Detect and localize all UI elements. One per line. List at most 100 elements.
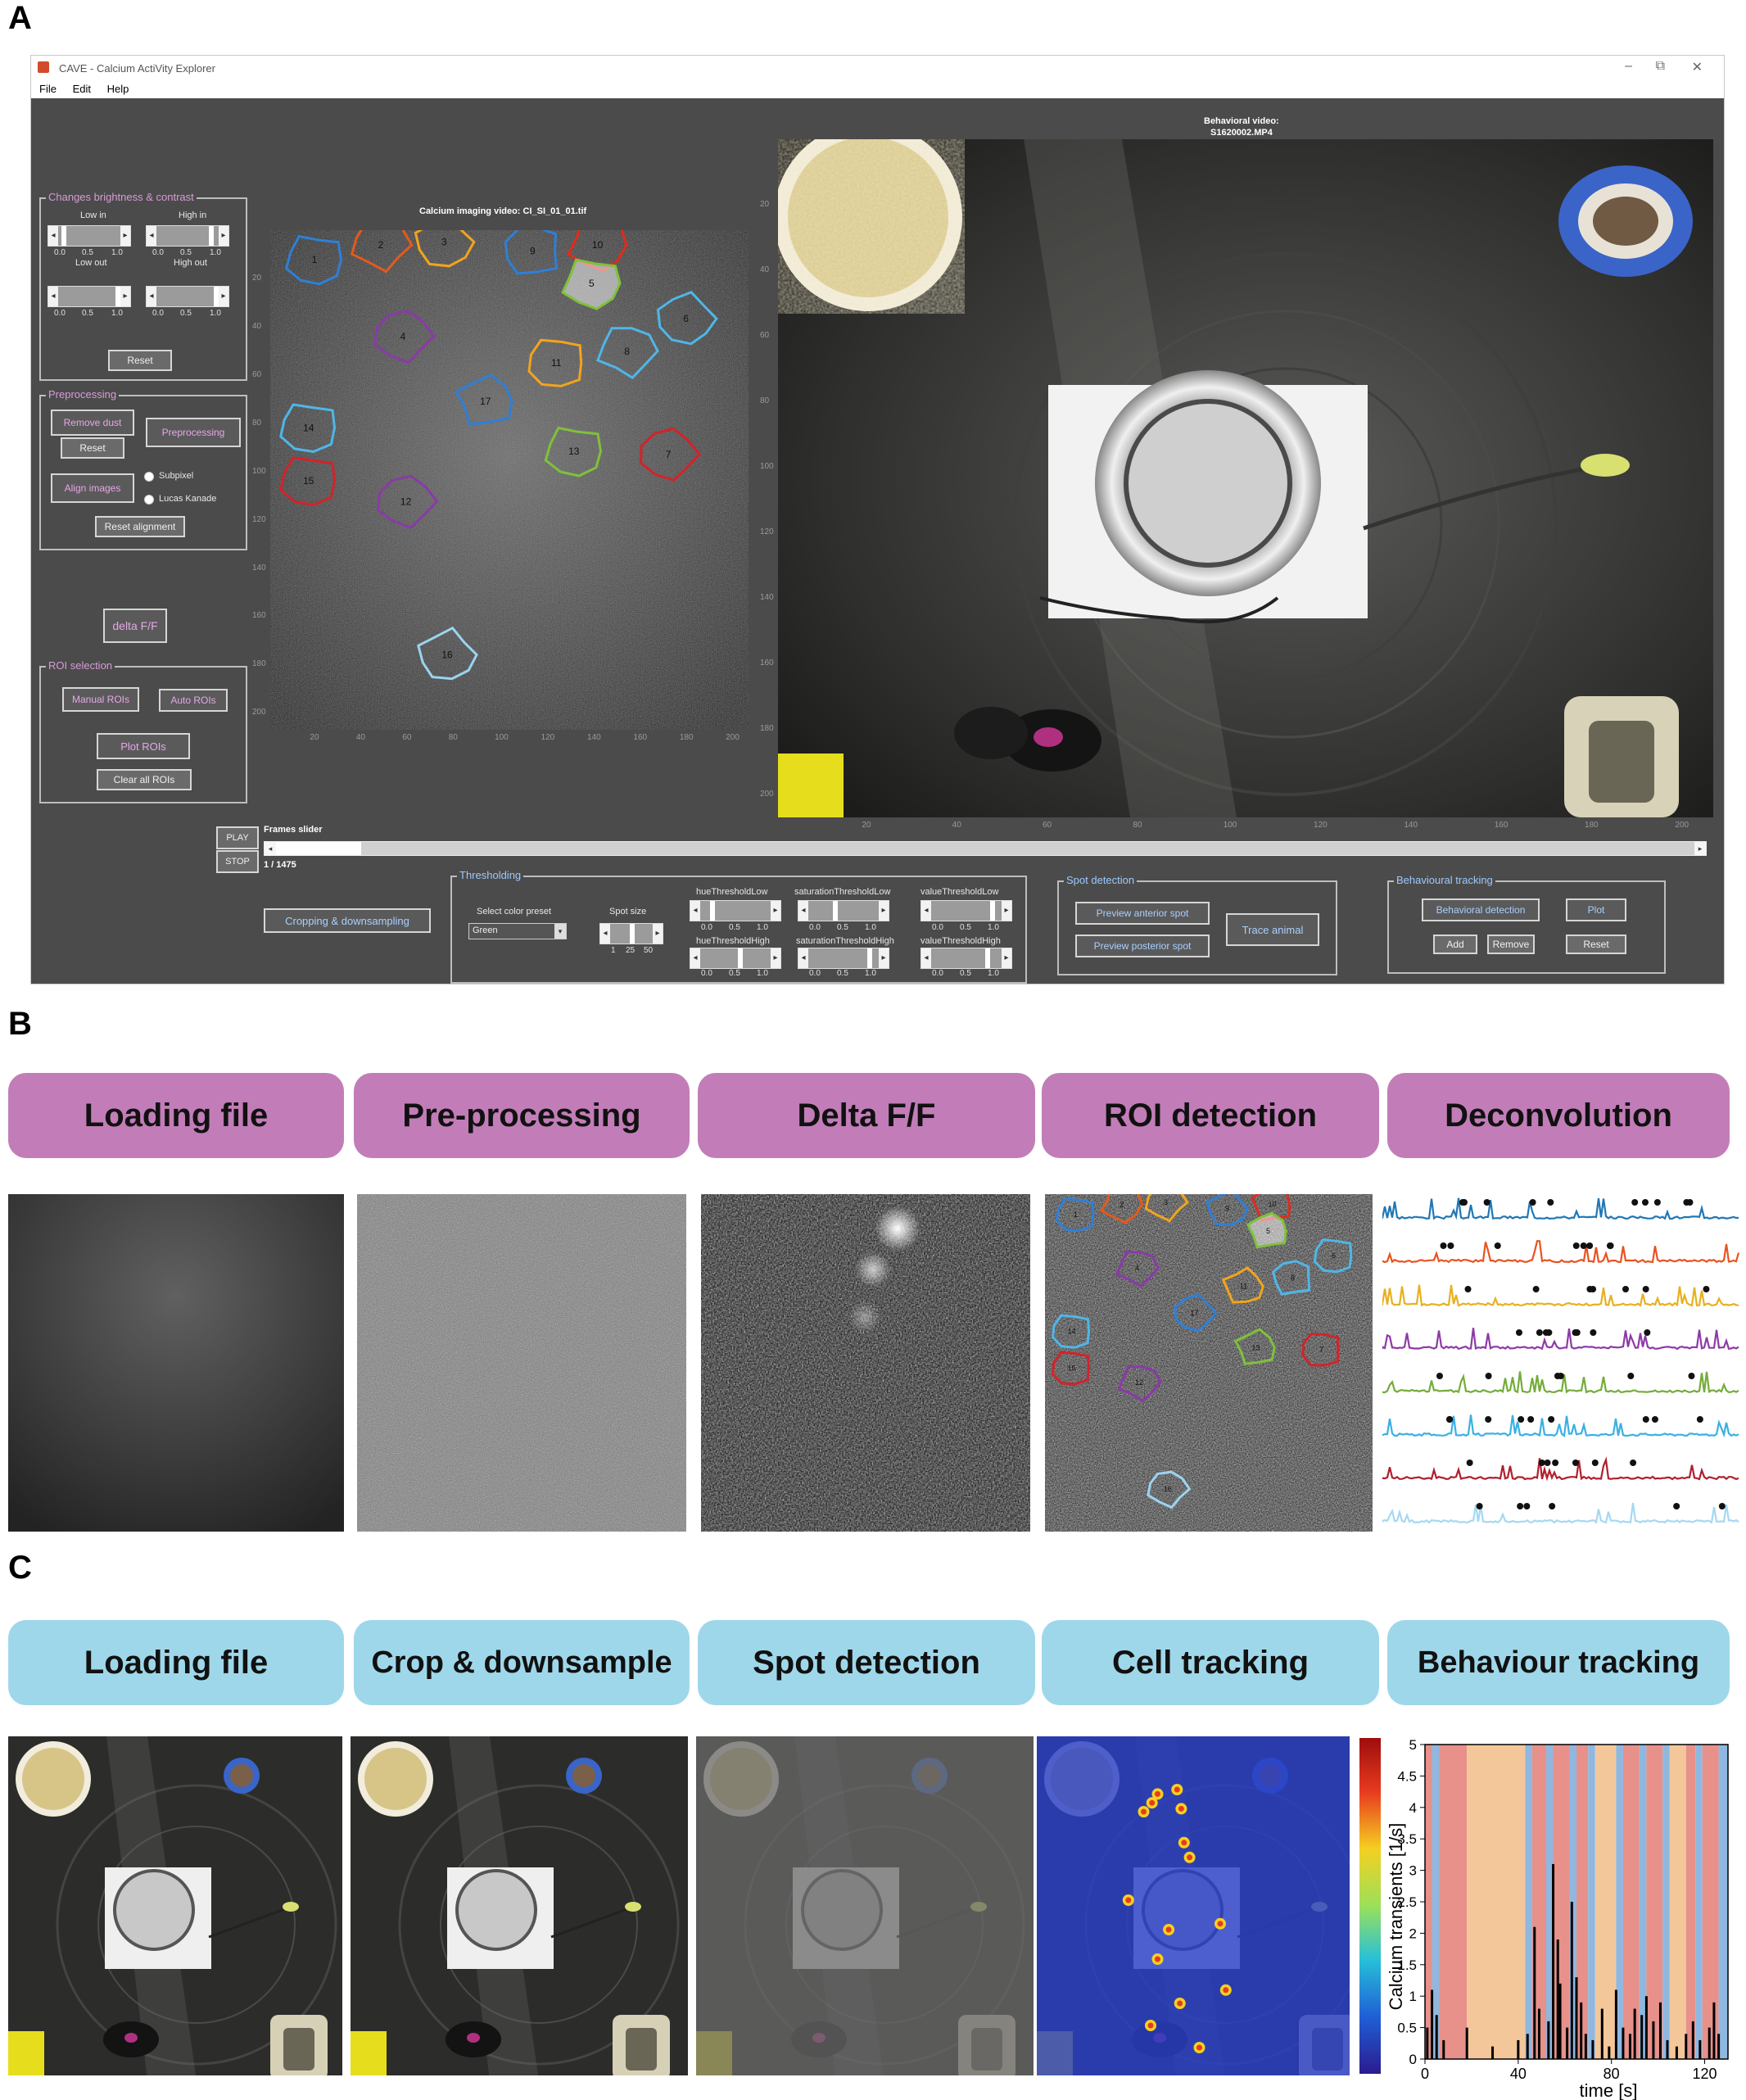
- axis-tick-label: 120: [1314, 821, 1328, 830]
- subpixel-radio[interactable]: [144, 472, 154, 482]
- cell-tracking-colorbar: [1359, 1738, 1381, 2074]
- reset-alignment-button[interactable]: Reset alignment: [95, 516, 185, 537]
- plot-button[interactable]: Plot: [1566, 898, 1626, 921]
- remove-button[interactable]: Remove: [1487, 935, 1535, 954]
- slider-left-arrow-icon[interactable]: ◂: [798, 948, 808, 968]
- spike-markers: [1466, 1460, 1637, 1466]
- low-in-slider[interactable]: ◂ ▸: [47, 225, 131, 247]
- saturation-low-slider[interactable]: ◂ ▸: [798, 900, 889, 921]
- brightness-contrast-title: Changes brightness & contrast: [46, 191, 197, 203]
- auto-rois-button[interactable]: Auto ROIs: [159, 689, 228, 712]
- axis-tick-label: 200: [760, 790, 774, 799]
- low-out-slider[interactable]: ◂ ▸: [47, 286, 131, 307]
- y-axis-label: Calcium transients [1/s]: [1386, 1823, 1406, 2011]
- low-in-label: Low in: [80, 210, 106, 220]
- menu-help[interactable]: Help: [107, 83, 129, 95]
- frames-slider-thumb[interactable]: [276, 842, 361, 855]
- behavioral-detection-button[interactable]: Behavioral detection: [1422, 898, 1540, 921]
- frames-slider[interactable]: ◂ ▸: [264, 841, 1707, 856]
- slider-left-arrow-icon[interactable]: ◂: [147, 287, 156, 306]
- slider-thumb[interactable]: [710, 901, 715, 921]
- saturation-high-slider[interactable]: ◂ ▸: [798, 948, 889, 969]
- manual-rois-button[interactable]: Manual ROIs: [62, 687, 139, 712]
- slider-thumb[interactable]: [985, 948, 990, 968]
- maximize-icon[interactable]: ⧉: [1656, 59, 1665, 74]
- color-preset-value: Green: [473, 926, 498, 935]
- slider-left-arrow-icon[interactable]: ◂: [921, 948, 931, 968]
- slider-right-arrow-icon[interactable]: ▸: [219, 287, 228, 306]
- slider-right-arrow-icon[interactable]: ▸: [771, 901, 780, 921]
- slider-right-arrow-icon[interactable]: ▸: [120, 287, 130, 306]
- minimize-icon[interactable]: –: [1625, 59, 1632, 74]
- slider-left-arrow-icon[interactable]: ◂: [265, 842, 276, 855]
- slider-right-arrow-icon[interactable]: ▸: [1694, 842, 1706, 855]
- brightness-reset-button[interactable]: Reset: [108, 350, 172, 371]
- slider-right-arrow-icon[interactable]: ▸: [1002, 948, 1011, 968]
- stop-button[interactable]: STOP: [216, 850, 259, 873]
- slider-right-arrow-icon[interactable]: ▸: [219, 226, 228, 246]
- slider-right-arrow-icon[interactable]: ▸: [1002, 901, 1011, 921]
- slider-thumb[interactable]: [867, 948, 872, 968]
- menu-file[interactable]: File: [39, 83, 57, 95]
- axis-tick-label: 120: [252, 514, 266, 524]
- delta-ff-button[interactable]: delta F/F: [103, 609, 167, 643]
- align-images-button[interactable]: Align images: [51, 473, 134, 503]
- slider-thumb[interactable]: [209, 226, 214, 246]
- preprocessing-reset-button[interactable]: Reset: [61, 437, 124, 459]
- value-high-slider[interactable]: ◂ ▸: [920, 948, 1012, 969]
- slider-left-arrow-icon[interactable]: ◂: [48, 226, 58, 246]
- calcium-video-canvas[interactable]: 12 3910564118171413 7151216: [270, 230, 749, 730]
- color-preset-select[interactable]: Green ▾: [468, 923, 567, 939]
- clear-all-rois-button[interactable]: Clear all ROIs: [97, 769, 192, 790]
- slider-left-arrow-icon[interactable]: ◂: [921, 901, 931, 921]
- high-in-slider[interactable]: ◂ ▸: [146, 225, 229, 247]
- plot-rois-button[interactable]: Plot ROIs: [97, 733, 190, 759]
- y-tick-label: 4.5: [1397, 1768, 1417, 1784]
- title-bar: CAVE - Calcium ActiVity Explorer – ⧉ ✕: [31, 56, 1724, 80]
- behaviour-state-band: [1702, 1745, 1719, 2059]
- roi-label: 16: [441, 649, 453, 661]
- add-button[interactable]: Add: [1433, 935, 1477, 954]
- slider-thumb[interactable]: [990, 901, 995, 921]
- lucas-kanade-radio[interactable]: [144, 495, 154, 505]
- preprocessing-button[interactable]: Preprocessing: [146, 418, 241, 447]
- play-button[interactable]: PLAY: [216, 826, 259, 849]
- high-out-slider[interactable]: ◂ ▸: [146, 286, 229, 307]
- value-low-slider[interactable]: ◂ ▸: [920, 900, 1012, 921]
- slider-thumb[interactable]: [738, 948, 743, 968]
- spot-size-slider[interactable]: ◂ ▸: [599, 923, 663, 944]
- trace-animal-button[interactable]: Trace animal: [1226, 913, 1319, 946]
- remove-dust-button[interactable]: Remove dust: [51, 410, 134, 436]
- axis-tick-label: 100: [252, 466, 266, 476]
- preview-posterior-spot-button[interactable]: Preview posterior spot: [1075, 935, 1210, 957]
- close-icon[interactable]: ✕: [1692, 59, 1703, 75]
- roi-label: 5: [589, 278, 595, 289]
- hue-high-slider[interactable]: ◂ ▸: [690, 948, 781, 969]
- hue-low-slider[interactable]: ◂ ▸: [690, 900, 781, 921]
- slider-left-arrow-icon[interactable]: ◂: [48, 287, 58, 306]
- slider-left-arrow-icon[interactable]: ◂: [690, 948, 700, 968]
- slider-left-arrow-icon[interactable]: ◂: [147, 226, 156, 246]
- behavior-video-canvas[interactable]: [778, 139, 1713, 817]
- slider-thumb[interactable]: [61, 226, 66, 246]
- cell-hotspot: [1219, 1984, 1232, 1996]
- menu-edit[interactable]: Edit: [73, 83, 91, 95]
- hue-low-label: hueThresholdLow: [696, 887, 768, 897]
- slider-right-arrow-icon[interactable]: ▸: [879, 901, 889, 921]
- slider-right-arrow-icon[interactable]: ▸: [653, 924, 663, 944]
- slider-left-arrow-icon[interactable]: ◂: [690, 901, 700, 921]
- roi-label: 1: [1074, 1211, 1078, 1219]
- cropping-downsampling-button[interactable]: Cropping & downsampling: [264, 908, 431, 933]
- axis-tick-label: 60: [402, 733, 412, 742]
- slider-left-arrow-icon[interactable]: ◂: [600, 924, 610, 944]
- roi-label: 10: [1268, 1201, 1276, 1209]
- slider-right-arrow-icon[interactable]: ▸: [879, 948, 889, 968]
- delta-ff-image: [701, 1194, 1030, 1532]
- slider-right-arrow-icon[interactable]: ▸: [120, 226, 130, 246]
- slider-left-arrow-icon[interactable]: ◂: [798, 901, 808, 921]
- slider-right-arrow-icon[interactable]: ▸: [771, 948, 780, 968]
- preview-anterior-spot-button[interactable]: Preview anterior spot: [1075, 902, 1210, 925]
- slider-thumb[interactable]: [630, 924, 635, 944]
- slider-thumb[interactable]: [833, 901, 838, 921]
- behaviour-reset-button[interactable]: Reset: [1566, 935, 1626, 954]
